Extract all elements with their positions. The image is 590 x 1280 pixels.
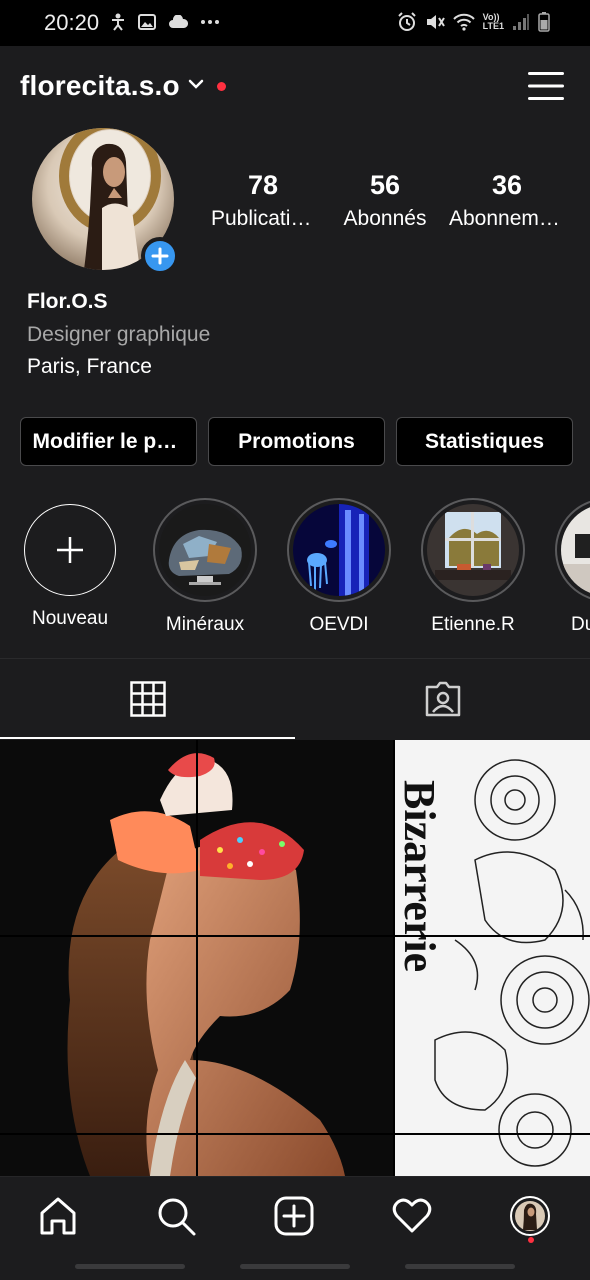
nav-home[interactable] [35, 1193, 81, 1239]
nav-activity[interactable] [389, 1193, 435, 1239]
highlight-cover-jellyfish [293, 504, 385, 596]
battery-icon [538, 12, 550, 32]
highlight-cover-mineral [159, 504, 251, 596]
nav-gesture-bar [240, 1264, 350, 1269]
highlight-new[interactable]: Nouveau [18, 498, 122, 630]
hamburger-menu-icon[interactable] [528, 70, 564, 102]
nav-create[interactable] [271, 1193, 317, 1239]
highlight-label: Minéraux [165, 614, 245, 635]
add-post-icon [274, 1196, 314, 1236]
home-icon [40, 1197, 76, 1235]
stat-followers[interactable]: 56 Abonnés [325, 170, 445, 231]
highlight-label: Nouveau [31, 608, 109, 629]
highlight-mineraux[interactable]: Minéraux [153, 498, 257, 636]
insights-button[interactable]: Statistiques [396, 417, 573, 466]
post-thumbnail[interactable]: Bizarrerie [395, 740, 590, 1176]
nav-gesture-bar [405, 1264, 515, 1269]
accessibility-icon [112, 13, 124, 31]
following-count: 36 [491, 170, 523, 200]
add-story-button[interactable] [141, 237, 179, 275]
profile-header: florecita.s.o [0, 46, 590, 130]
highlight-du[interactable]: Du [555, 498, 590, 636]
story-highlights: Nouveau Minéraux OEVDI Etienne.R D [0, 498, 590, 638]
profile-bio: Flor.O.S Designer graphique Paris, Franc… [27, 290, 210, 379]
highlight-label: OEVDI [309, 614, 369, 635]
mute-icon [426, 15, 445, 29]
profile-location: Paris, France [27, 355, 152, 378]
status-right-icons: Vo)) LTE1 [397, 12, 550, 32]
tab-grid[interactable] [0, 659, 295, 739]
alarm-icon [397, 12, 416, 31]
search-icon [158, 1198, 196, 1236]
status-bar: 20:20 Vo)) LTE1 [0, 0, 590, 46]
profile-tabs [0, 658, 590, 739]
username-switcher[interactable]: florecita.s.o [20, 70, 180, 102]
post-vertical-text: Bizarrerie [395, 780, 444, 972]
highlight-ring [421, 498, 525, 602]
heart-icon [392, 1198, 432, 1233]
highlight-ring [555, 498, 590, 602]
edit-profile-label: Modifier le profil [32, 429, 185, 453]
highlight-label: Du [571, 614, 590, 635]
nav-search[interactable] [153, 1193, 199, 1239]
profile-actions: Modifier le profil Promotions Statistiqu… [20, 417, 573, 466]
highlight-ring [287, 498, 391, 602]
highlight-oevdi[interactable]: OEVDI [287, 498, 391, 636]
posts-grid: Bizarrerie [0, 740, 590, 1176]
more-dots-icon [201, 20, 219, 24]
highlight-label: Etienne.R [431, 614, 515, 635]
image-icon [138, 14, 156, 30]
cloud-icon [169, 15, 188, 28]
status-time: 20:20 [44, 10, 100, 35]
highlight-etienne[interactable]: Etienne.R [421, 498, 525, 636]
followers-count: 56 [369, 170, 401, 200]
plus-icon [151, 247, 169, 265]
promotions-button[interactable]: Promotions [208, 417, 385, 466]
posts-count: 78 [247, 170, 279, 200]
tagged-person-icon [425, 681, 460, 717]
profile-category: Designer graphique [27, 323, 211, 346]
highlight-ring [153, 498, 257, 602]
signal-icon [513, 14, 529, 30]
new-highlight-ring [24, 504, 116, 596]
highlight-cover-room [561, 504, 590, 596]
plus-icon [57, 537, 83, 563]
wifi-icon [452, 13, 475, 31]
volte-label-bottom: LTE1 [482, 21, 504, 31]
bottom-nav [0, 1176, 590, 1256]
tab-tagged[interactable] [295, 659, 590, 739]
status-left-icons [110, 13, 220, 31]
display-name: Flor.O.S [27, 290, 108, 313]
chevron-down-icon[interactable] [188, 78, 204, 90]
highlight-cover-window [427, 504, 519, 596]
instagram-profile-screen: florecita.s.o 78 Publications 56 Abonnés… [0, 46, 590, 1280]
edit-profile-button[interactable]: Modifier le profil [20, 417, 197, 466]
account-notification-dot [217, 82, 226, 91]
grid-icon [129, 681, 166, 717]
profile-avatar-icon [510, 1196, 550, 1236]
nav-gesture-bar [75, 1264, 185, 1269]
stat-posts[interactable]: 78 Publications [203, 170, 323, 231]
nav-profile[interactable] [507, 1193, 553, 1239]
profile-notification-dot [528, 1237, 534, 1243]
volte-icon: Vo)) LTE1 [483, 13, 504, 31]
post-thumbnail[interactable] [0, 740, 393, 1176]
posts-label: Publications [211, 207, 317, 230]
following-label: Abonnements [449, 207, 565, 230]
followers-label: Abonnés [343, 207, 427, 230]
stat-following[interactable]: 36 Abonnements [447, 170, 567, 231]
